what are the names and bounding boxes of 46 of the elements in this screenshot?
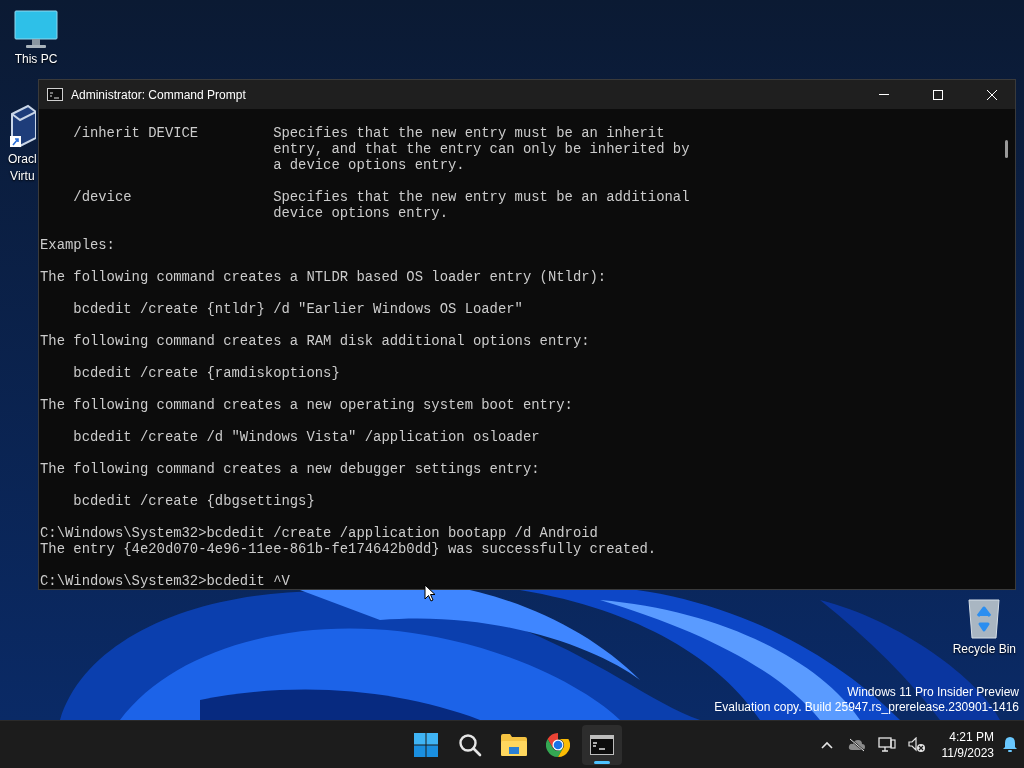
console-line: bcdedit /create {ntldr} /d "Earlier Windows OS Loader" xyxy=(72,301,524,317)
console-line: C:\Windows\System32>bcdedit ^V xyxy=(40,573,291,589)
chevron-up-icon xyxy=(820,740,833,749)
search-icon xyxy=(458,732,482,757)
console-line: a device options entry. xyxy=(272,157,466,173)
console-line: Examples: xyxy=(40,237,116,253)
console-line: The entry {4e20d070-4e96-11ee-861b-fe174642b0dd} was successfully created. xyxy=(40,541,658,557)
desktop-icon-label: Oracl xyxy=(8,152,37,167)
maximize-icon xyxy=(933,89,943,100)
edition-text: Windows 11 Pro Insider Preview xyxy=(847,685,1019,700)
console-line: /inherit DEVICE Specifies that the new entry must be an inherit xyxy=(72,125,666,141)
scrollbar-thumb[interactable] xyxy=(1005,140,1008,158)
console-line: device options entry. xyxy=(272,205,449,221)
folder-icon xyxy=(501,733,527,756)
close-icon xyxy=(987,89,997,100)
chrome-icon xyxy=(546,732,570,757)
monitor-icon xyxy=(14,10,58,50)
minimize-icon xyxy=(879,94,889,95)
window-title: Administrator: Command Prompt xyxy=(71,87,247,102)
running-indicator xyxy=(594,760,610,764)
network-icon xyxy=(877,736,896,753)
console-window-icon xyxy=(47,88,63,101)
console-line: The following command creates a new operating system boot entry: xyxy=(40,397,574,413)
console-line: bcdedit /create /d "Windows Vista" /application osloader xyxy=(72,429,541,445)
console-line: /device Specifies that the new entry must be an additional xyxy=(72,189,691,205)
console-line: bcdedit /create {dbgsettings} xyxy=(72,493,316,509)
desktop-icon-label: Virtu xyxy=(10,169,35,184)
console-line: bcdedit /create {ramdiskoptions} xyxy=(72,365,341,381)
recycle-bin-icon xyxy=(966,596,1003,640)
desktop-icon-label: Recycle Bin xyxy=(952,642,1016,657)
desktop-icon-label: This PC xyxy=(14,52,58,67)
console-line: The following command creates a new debugger settings entry: xyxy=(40,461,541,477)
clock-date: 11/9/2023 xyxy=(941,744,994,761)
bell-icon[interactable] xyxy=(1002,736,1018,753)
clock-time: 4:21 PM xyxy=(949,728,994,745)
cube-icon xyxy=(8,104,37,150)
console-line: The following command creates a RAM disk additional options entry: xyxy=(40,333,591,349)
cloud-off-icon xyxy=(847,737,866,752)
windows-logo-icon xyxy=(414,732,438,757)
taskbar-app-button[interactable] xyxy=(582,724,622,765)
console-line: The following command creates a NTLDR based OS loader entry (Ntldr): xyxy=(40,269,608,285)
volume-muted-icon xyxy=(907,736,926,753)
edition-text: Evaluation copy. Build 25947.rs_prerelease.230901-1416 xyxy=(714,700,1019,715)
console-window-icon xyxy=(590,734,614,755)
console-line: C:\Windows\System32>bcdedit /create /application bootapp /d Android xyxy=(40,525,599,541)
console-line: entry, and that the entry can only be inherited by xyxy=(272,141,691,157)
